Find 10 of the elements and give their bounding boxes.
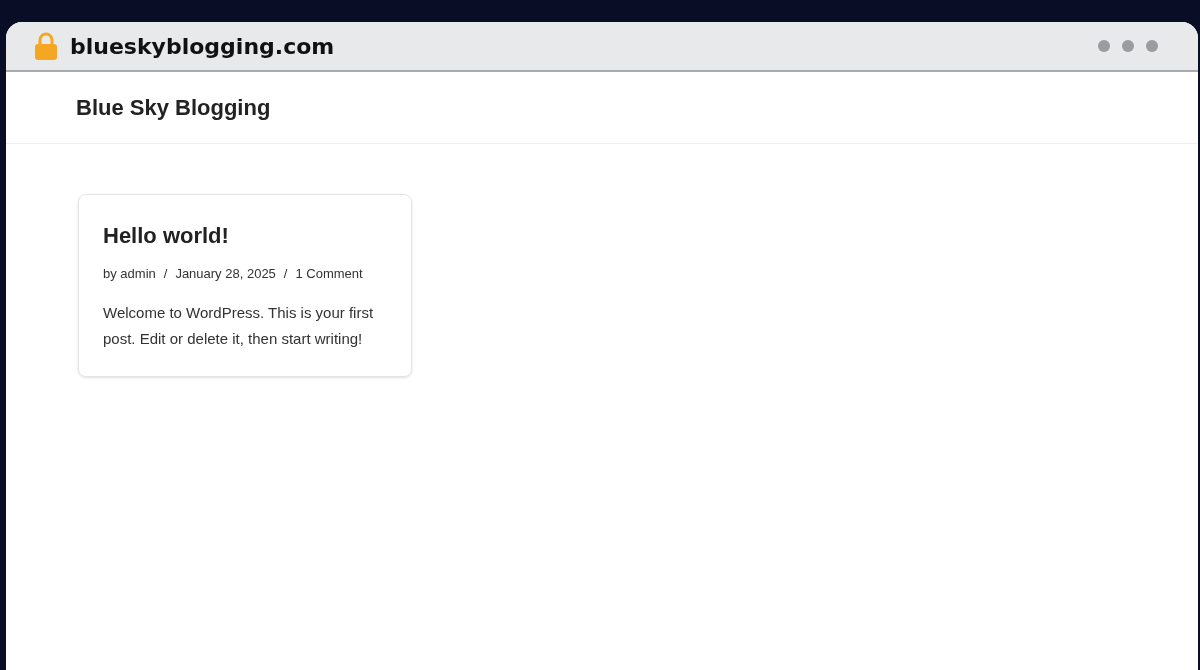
meta-separator: / <box>163 265 168 283</box>
site-title[interactable]: Blue Sky Blogging <box>76 91 271 124</box>
post-meta[interactable]: January 28, 2025 <box>175 264 276 284</box>
meta-separator: / <box>283 265 288 283</box>
post-excerpt: Welcome to WordPress. This is your first post. Edit or delete it, then start writing! <box>103 302 375 349</box>
post-title[interactable]: Hello world! <box>103 219 387 252</box>
url-text[interactable]: blueskyblogging.com <box>70 29 335 63</box>
post-meta: by admin <box>103 265 156 283</box>
post-meta[interactable]: 1 Comment <box>295 264 363 284</box>
lock-icon <box>34 32 58 60</box>
